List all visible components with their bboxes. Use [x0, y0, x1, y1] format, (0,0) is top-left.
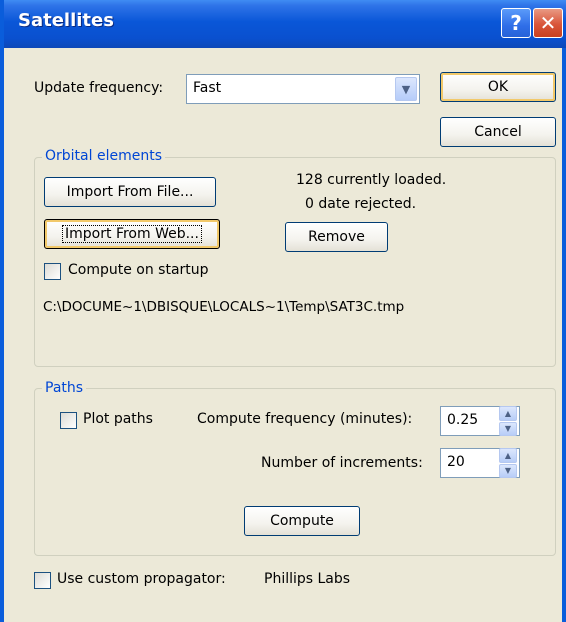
- help-button[interactable]: ?: [501, 8, 531, 38]
- triangle-down-icon[interactable]: ▼: [499, 463, 517, 478]
- increments-value: 20: [447, 454, 465, 470]
- window-title: Satellites: [18, 10, 114, 31]
- triangle-down-icon[interactable]: ▼: [499, 421, 517, 436]
- compute-frequency-label: Compute frequency (minutes):: [197, 411, 413, 427]
- compute-on-startup-label[interactable]: Compute on startup: [68, 262, 209, 278]
- increments-label: Number of increments:: [261, 455, 423, 471]
- propagator-name: Phillips Labs: [264, 571, 351, 587]
- ok-button[interactable]: OK: [440, 72, 556, 102]
- triangle-up-icon[interactable]: ▲: [499, 448, 517, 463]
- ok-button-label: OK: [487, 79, 509, 95]
- cancel-button-label: Cancel: [474, 124, 522, 140]
- close-button[interactable]: ✕: [533, 8, 563, 38]
- compute-frequency-spinner[interactable]: ▲ ▼: [499, 406, 517, 436]
- close-icon: ✕: [539, 11, 557, 35]
- import-from-file-button[interactable]: Import From File...: [44, 177, 216, 207]
- compute-frequency-input[interactable]: 0.25 ▲ ▼: [440, 406, 520, 436]
- increments-spinner[interactable]: ▲ ▼: [499, 448, 517, 478]
- help-icon: ?: [510, 11, 522, 35]
- satellites-dialog: Satellites ? ✕ Update frequency: Fast ▼ …: [0, 0, 566, 622]
- plot-paths-checkbox[interactable]: [60, 412, 77, 429]
- loaded-count-text: 128 currently loaded.: [296, 172, 447, 188]
- cancel-button[interactable]: Cancel: [440, 117, 556, 147]
- compute-frequency-value: 0.25: [447, 412, 479, 428]
- compute-button[interactable]: Compute: [244, 506, 360, 536]
- triangle-up-icon[interactable]: ▲: [499, 406, 517, 421]
- update-frequency-select[interactable]: Fast ▼: [186, 74, 420, 104]
- plot-paths-label[interactable]: Plot paths: [83, 411, 153, 427]
- import-from-web-button[interactable]: Import From Web...: [44, 219, 220, 249]
- orbital-elements-title: Orbital elements: [42, 148, 165, 164]
- custom-propagator-checkbox[interactable]: [34, 572, 51, 589]
- import-from-web-label: Import From Web...: [62, 225, 202, 243]
- compute-on-startup-checkbox[interactable]: [44, 263, 61, 280]
- rejected-count-text: 0 date rejected.: [305, 196, 417, 212]
- paths-title: Paths: [42, 380, 87, 396]
- import-from-file-label: Import From File...: [66, 184, 194, 200]
- compute-button-label: Compute: [270, 513, 334, 529]
- update-frequency-label: Update frequency:: [34, 80, 164, 96]
- increments-input[interactable]: 20 ▲ ▼: [440, 448, 520, 478]
- title-bar[interactable]: Satellites ? ✕: [4, 0, 566, 48]
- custom-propagator-label[interactable]: Use custom propagator:: [57, 571, 226, 587]
- remove-button[interactable]: Remove: [285, 222, 388, 252]
- chevron-down-icon[interactable]: ▼: [395, 77, 417, 101]
- remove-button-label: Remove: [308, 229, 365, 245]
- update-frequency-value: Fast: [193, 80, 222, 96]
- elements-file-path: C:\DOCUME~1\DBISQUE\LOCALS~1\Temp\SAT3C.…: [43, 299, 405, 315]
